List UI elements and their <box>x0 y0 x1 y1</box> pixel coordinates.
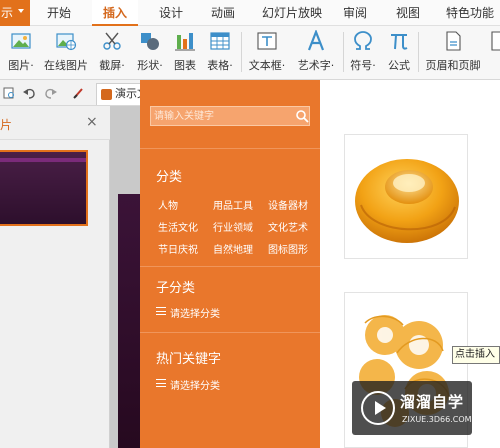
format-painter-icon[interactable] <box>72 86 86 100</box>
online-picture-label: 在线图片 <box>44 59 88 72</box>
slide-thumbnail[interactable] <box>0 150 88 226</box>
tab-slideshow[interactable]: 幻灯片放映 <box>255 0 329 26</box>
category-industry[interactable]: 行业领域 <box>213 219 253 234</box>
picture-label: 图片· <box>8 59 34 72</box>
wordart-button[interactable]: 艺术字· <box>292 28 340 76</box>
redo-icon[interactable] <box>44 86 58 100</box>
tab-review[interactable]: 审阅 <box>335 0 375 26</box>
print-preview-icon[interactable] <box>2 86 16 100</box>
shapes-button[interactable]: 形状· <box>132 28 168 76</box>
category-heading: 分类 <box>156 170 183 185</box>
shapes-icon <box>141 33 159 50</box>
hot-keywords-heading: 热门关键字 <box>156 352 222 367</box>
screenshot-button[interactable]: 截屏· <box>94 28 130 76</box>
tab-insert[interactable]: 插入 <box>92 0 138 26</box>
formula-button[interactable]: 公式 <box>382 28 416 76</box>
app-menu-button[interactable]: 示 <box>0 0 30 26</box>
panel-divider <box>140 266 320 267</box>
search-icon[interactable] <box>295 109 309 123</box>
slides-pane-title: 片 <box>0 118 13 132</box>
tab-special-features[interactable]: 特色功能 <box>440 0 500 26</box>
mooncake-image <box>355 159 459 243</box>
search-box <box>150 106 310 126</box>
screenshot-label: 截屏· <box>99 59 125 72</box>
picture-button[interactable]: 图片· <box>4 28 38 76</box>
symbol-icon <box>354 31 372 50</box>
play-icon <box>361 391 395 425</box>
textbox-label: 文本框· <box>248 59 286 72</box>
list-icon <box>156 307 166 315</box>
ribbon-toolbar: 图片· 在线图片 截屏· 形状· 图表 表格· 文本框· 艺术字· 符号· 公式… <box>0 26 500 80</box>
ribbon-divider <box>241 32 242 72</box>
search-input[interactable] <box>151 107 289 125</box>
watermark-name: 溜溜自学 <box>400 393 465 411</box>
table-label: 表格· <box>207 59 233 72</box>
subcategory-select-label: 请选择分类 <box>170 309 220 320</box>
panel-divider <box>140 148 320 149</box>
ribbon-divider <box>418 32 419 72</box>
textbox-button[interactable]: 文本框· <box>245 28 289 76</box>
app-menu-label: 示 <box>1 6 14 20</box>
result-image-card[interactable] <box>344 134 468 259</box>
online-picture-button[interactable]: 在线图片 <box>42 28 90 76</box>
online-picture-icon <box>56 33 77 51</box>
panel-divider <box>140 332 320 333</box>
subcategory-heading: 子分类 <box>156 281 196 296</box>
formula-label: 公式 <box>388 59 410 72</box>
picture-icon <box>11 33 31 49</box>
menu-bar: 示 开始 插入 设计 动画 幻灯片放映 审阅 视图 特色功能 <box>0 0 500 26</box>
textbox-icon <box>257 32 277 50</box>
header-footer-button[interactable]: 页眉和页脚 <box>420 28 486 76</box>
quick-access-bar: 演示文 <box>0 80 156 106</box>
category-icons[interactable]: 图标图形 <box>268 241 308 256</box>
close-icon[interactable]: × <box>86 114 98 130</box>
slide-canvas <box>110 106 140 448</box>
category-festivals[interactable]: 节日庆祝 <box>158 241 198 256</box>
table-icon <box>210 32 230 50</box>
category-equipment[interactable]: 设备器材 <box>268 197 308 212</box>
chart-label: 图表 <box>174 59 196 72</box>
header-footer-label: 页眉和页脚 <box>425 59 481 72</box>
ribbon-divider <box>343 32 344 72</box>
symbol-label: 符号· <box>350 59 376 72</box>
table-button[interactable]: 表格· <box>202 28 238 76</box>
list-icon <box>156 379 166 387</box>
category-life-culture[interactable]: 生活文化 <box>158 219 198 234</box>
formula-icon <box>391 34 408 50</box>
watermark-logo: 溜溜自学 ZIXUE.3D66.COM <box>352 381 472 435</box>
category-people[interactable]: 人物 <box>158 197 178 212</box>
tab-design[interactable]: 设计 <box>148 0 194 26</box>
subcategory-select[interactable]: 请选择分类 <box>156 305 220 320</box>
tab-start[interactable]: 开始 <box>36 0 82 26</box>
wordart-icon <box>307 30 325 51</box>
category-culture-art[interactable]: 文化艺术 <box>268 219 308 234</box>
insert-tooltip: 点击插入 <box>452 346 500 364</box>
slide[interactable] <box>118 194 140 448</box>
category-nature[interactable]: 自然地理 <box>213 241 253 256</box>
slides-pane: 片 × <box>0 106 110 448</box>
hot-keywords-select[interactable]: 请选择分类 <box>156 377 220 392</box>
tab-animation[interactable]: 动画 <box>200 0 246 26</box>
screenshot-icon <box>103 32 121 50</box>
chevron-down-icon <box>18 9 24 13</box>
slides-pane-header: 片 × <box>0 106 110 140</box>
ribbon-more-button[interactable] <box>488 28 500 76</box>
tab-view[interactable]: 视图 <box>388 0 428 26</box>
undo-icon[interactable] <box>22 86 36 100</box>
chart-button[interactable]: 图表 <box>170 28 200 76</box>
online-picture-panel: 分类 人物 用品工具 设备器材 生活文化 行业领域 文化艺术 节日庆祝 自然地理… <box>140 80 320 448</box>
presentation-file-icon <box>101 89 112 100</box>
wordart-label: 艺术字· <box>297 59 335 72</box>
symbol-button[interactable]: 符号· <box>346 28 380 76</box>
hot-keywords-select-label: 请选择分类 <box>170 381 220 392</box>
shapes-label: 形状· <box>137 59 163 72</box>
document-icon <box>491 31 500 51</box>
watermark-url: ZIXUE.3D66.COM <box>402 415 472 424</box>
header-footer-icon <box>446 31 461 51</box>
slide-thumbnail-band <box>0 158 86 162</box>
category-tools[interactable]: 用品工具 <box>213 197 253 212</box>
chart-icon <box>175 33 195 51</box>
